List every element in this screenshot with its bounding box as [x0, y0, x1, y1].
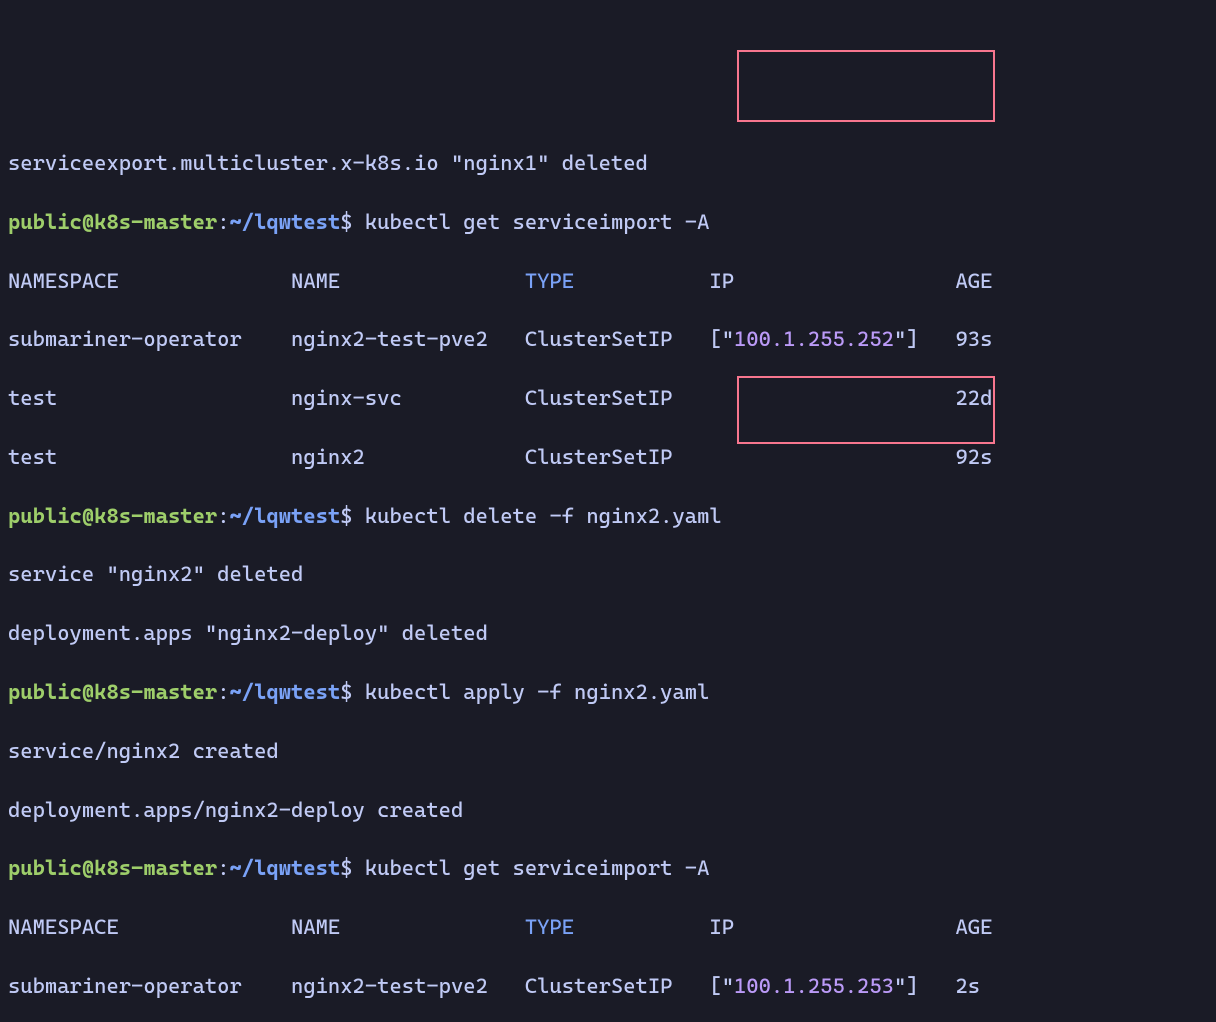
header-type: TYPE [525, 915, 574, 939]
cell-name: nginx2-test-pve2 [291, 327, 488, 351]
prompt-colon: : [217, 210, 229, 234]
output-line: deployment.apps/nginx2-deploy created [8, 796, 1208, 825]
prompt-path: ~/lqwtest [230, 210, 341, 234]
prompt-at: @ [82, 210, 94, 234]
command-text: kubectl get serviceimport -A [353, 856, 710, 880]
ip-bracket: "] [894, 974, 919, 998]
prompt-host: k8s-master [94, 210, 217, 234]
prompt-colon: : [217, 856, 229, 880]
ip-bracket: [" [709, 327, 734, 351]
prompt-user: public [8, 680, 82, 704]
ip-bracket: [" [709, 974, 734, 998]
terminal[interactable]: serviceexport.multicluster.x-k8s.io "ngi… [0, 118, 1216, 1022]
prompt-path: ~/lqwtest [230, 856, 341, 880]
cell-age: 93s [956, 327, 993, 351]
output-line: service "nginx2" deleted [8, 560, 1208, 589]
cell-namespace: test [8, 445, 57, 469]
command-text: kubectl get serviceimport -A [353, 210, 710, 234]
prompt-dollar: $ [340, 680, 352, 704]
cell-namespace: test [8, 386, 57, 410]
header-age: AGE [955, 269, 992, 293]
header-age: AGE [955, 915, 992, 939]
command-text: kubectl apply -f nginx2.yaml [353, 680, 710, 704]
prompt-colon: : [217, 504, 229, 528]
header-namespace: NAMESPACE [8, 915, 119, 939]
cell-name: nginx2-test-pve2 [291, 974, 488, 998]
prompt-colon: : [217, 680, 229, 704]
cell-type: ClusterSetIP [525, 327, 673, 351]
prompt-line: public@k8s-master:~/lqwtest$ kubectl get… [8, 208, 1208, 237]
prompt-dollar: $ [340, 210, 352, 234]
cell-name: nginx-svc [291, 386, 402, 410]
prompt-dollar: $ [340, 856, 352, 880]
prompt-at: @ [82, 680, 94, 704]
header-namespace: NAMESPACE [8, 269, 119, 293]
header-name: NAME [291, 915, 340, 939]
table-row: test nginx-svc ClusterSetIP 22d [8, 384, 1208, 413]
cell-type: ClusterSetIP [525, 445, 673, 469]
output-line: service/nginx2 created [8, 737, 1208, 766]
cell-namespace: submariner-operator [8, 327, 242, 351]
cell-age: 22d [955, 386, 992, 410]
cell-namespace: submariner-operator [8, 974, 242, 998]
header-type: TYPE [525, 269, 574, 293]
prompt-host: k8s-master [94, 856, 217, 880]
prompt-line: public@k8s-master:~/lqwtest$ kubectl app… [8, 678, 1208, 707]
table-header: NAMESPACE NAME TYPE IP AGE [8, 913, 1208, 942]
prompt-line: public@k8s-master:~/lqwtest$ kubectl del… [8, 502, 1208, 531]
cell-type: ClusterSetIP [525, 386, 673, 410]
prompt-user: public [8, 210, 82, 234]
prompt-path: ~/lqwtest [230, 504, 341, 528]
header-ip: IP [709, 915, 734, 939]
prompt-at: @ [82, 504, 94, 528]
prompt-line: public@k8s-master:~/lqwtest$ kubectl get… [8, 854, 1208, 883]
header-name: NAME [291, 269, 340, 293]
cell-age: 2s [956, 974, 981, 998]
table-row: submariner-operator nginx2-test-pve2 Clu… [8, 972, 1208, 1001]
output-line: deployment.apps "nginx2-deploy" deleted [8, 619, 1208, 648]
prompt-path: ~/lqwtest [230, 680, 341, 704]
cell-name: nginx2 [291, 445, 365, 469]
table-header: NAMESPACE NAME TYPE IP AGE [8, 267, 1208, 296]
prompt-host: k8s-master [94, 680, 217, 704]
prompt-user: public [8, 856, 82, 880]
prompt-host: k8s-master [94, 504, 217, 528]
prompt-dollar: $ [340, 504, 352, 528]
output-line: serviceexport.multicluster.x-k8s.io "ngi… [8, 149, 1208, 178]
cell-ip: 100.1.255.253 [734, 974, 894, 998]
cell-type: ClusterSetIP [525, 974, 673, 998]
table-row: test nginx2 ClusterSetIP 92s [8, 443, 1208, 472]
cell-age: 92s [955, 445, 992, 469]
ip-bracket: "] [894, 327, 919, 351]
highlight-annotation [737, 50, 995, 122]
cell-ip: 100.1.255.252 [734, 327, 894, 351]
header-ip: IP [709, 269, 734, 293]
prompt-at: @ [82, 856, 94, 880]
prompt-user: public [8, 504, 82, 528]
table-row: submariner-operator nginx2-test-pve2 Clu… [8, 325, 1208, 354]
command-text: kubectl delete -f nginx2.yaml [353, 504, 722, 528]
